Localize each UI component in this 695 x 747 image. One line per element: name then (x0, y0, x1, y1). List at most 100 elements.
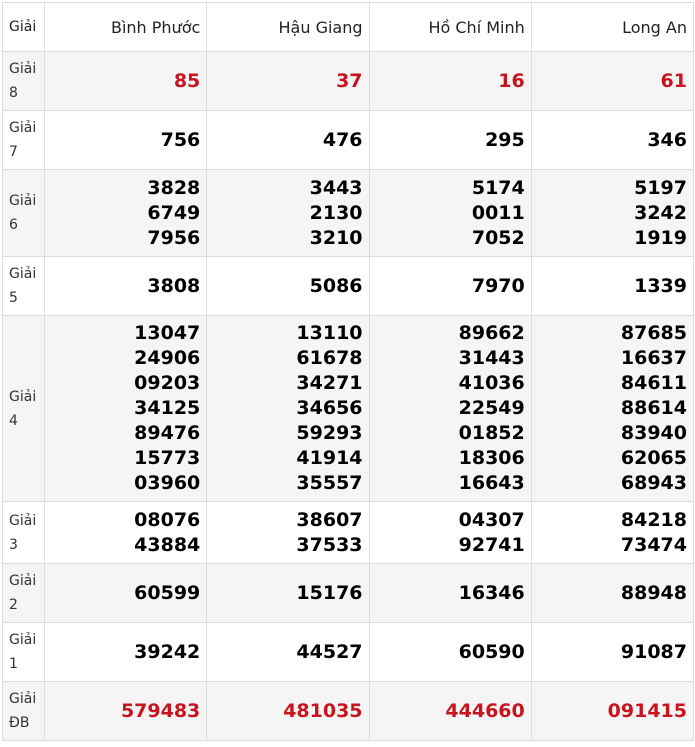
result-cell: 44527 (206, 622, 370, 682)
result-number: 16346 (458, 581, 525, 604)
result-cell: 579483 (44, 681, 208, 741)
result-number: 6749 (147, 201, 201, 224)
result-number: 16637 (620, 347, 687, 369)
result-cell: 5197 3242 1919 (530, 169, 695, 257)
prize-label-word: Giải (9, 193, 37, 209)
result-number: 3210 (309, 226, 363, 249)
result-number: 89476 (134, 422, 201, 444)
prize-label-word: Giải (9, 120, 37, 136)
result-cell: 84218 73474 (530, 501, 695, 564)
result-cell: 295 (368, 110, 532, 170)
prize-label-rank: 4 (9, 412, 18, 429)
result-cell: 08076 43884 (44, 501, 208, 564)
result-number: 5197 (634, 176, 687, 199)
result-number: 09203 (134, 372, 201, 394)
result-cell: 756 (44, 110, 208, 170)
province-header-binh-phuoc: Bình Phước (44, 2, 208, 52)
result-number: 579483 (120, 699, 201, 722)
result-cell: 16346 (368, 563, 532, 623)
province-header-long-an: Long An (530, 2, 695, 52)
result-cell: 87685 16637 84611 88614 83940 62065 6894… (530, 315, 695, 502)
result-number: 31443 (458, 347, 525, 369)
result-number: 61 (660, 69, 687, 92)
result-cell: 60599 (44, 563, 208, 623)
prize-label-word: Giải (9, 691, 37, 707)
prize-row-3: Giải 3 08076 43884 38607 37533 04307 9274… (1, 501, 695, 564)
result-cell: 91087 (530, 622, 695, 682)
prize-label: Giải ĐB (1, 681, 46, 741)
result-number: 41036 (458, 372, 525, 394)
result-number: 34271 (296, 372, 363, 394)
result-cell: 37 (206, 51, 370, 111)
result-number: 04307 (458, 508, 525, 531)
result-number: 13047 (134, 322, 201, 344)
result-cell: 16 (368, 51, 532, 111)
prize-label: Giải 5 (1, 256, 46, 316)
prize-label: Giải 1 (1, 622, 46, 682)
prize-label-word: Giải (9, 632, 37, 648)
result-cell: 61 (530, 51, 695, 111)
result-number: 5086 (309, 274, 363, 297)
prize-row-2: Giải 2 60599 15176 16346 88948 (1, 563, 695, 623)
result-number: 3242 (634, 201, 687, 224)
result-cell: 7970 (368, 256, 532, 316)
result-cell: 3828 6749 7956 (44, 169, 208, 257)
prize-row-8: Giải 8 85 37 16 61 (1, 51, 695, 111)
result-number: 43884 (134, 533, 201, 556)
result-number: 346 (647, 128, 687, 151)
result-number: 444660 (445, 699, 525, 722)
result-number: 3828 (147, 176, 201, 199)
result-number: 34656 (296, 397, 363, 419)
province-header-hau-giang: Hậu Giang (206, 2, 370, 52)
result-number: 91087 (620, 640, 687, 663)
result-cell: 476 (206, 110, 370, 170)
result-number: 22549 (458, 397, 525, 419)
result-number: 18306 (458, 447, 525, 469)
result-number: 03960 (134, 472, 201, 494)
province-header-ho-chi-minh: Hồ Chí Minh (368, 2, 532, 52)
result-number: 88614 (620, 397, 687, 419)
result-number: 39242 (134, 640, 201, 663)
result-cell: 5086 (206, 256, 370, 316)
result-cell: 15176 (206, 563, 370, 623)
result-cell: 89662 31443 41036 22549 01852 18306 1664… (368, 315, 532, 502)
result-number: 38607 (296, 508, 363, 531)
result-cell: 60590 (368, 622, 532, 682)
result-cell: 85 (44, 51, 208, 111)
header-row: Giải Bình Phước Hậu Giang Hồ Chí Minh Lo… (1, 2, 695, 52)
prize-label-word: Giải (9, 388, 37, 405)
result-number: 88948 (620, 581, 687, 604)
result-number: 60599 (134, 581, 201, 604)
result-number: 091415 (607, 699, 687, 722)
result-number: 62065 (620, 447, 687, 469)
prize-row-7: Giải 7 756 476 295 346 (1, 110, 695, 170)
result-cell: 3443 2130 3210 (206, 169, 370, 257)
prize-label-rank: 1 (9, 656, 18, 672)
lottery-results-table: Giải Bình Phước Hậu Giang Hồ Chí Minh Lo… (1, 2, 695, 741)
result-number: 85 (173, 69, 201, 92)
result-cell: 444660 (368, 681, 532, 741)
result-number: 5174 (471, 176, 525, 199)
result-cell: 13047 24906 09203 34125 89476 15773 0396… (44, 315, 208, 502)
prize-row-special: Giải ĐB 579483 481035 444660 091415 (1, 681, 695, 741)
result-number: 7052 (471, 226, 525, 249)
result-cell: 346 (530, 110, 695, 170)
result-number: 1339 (634, 274, 687, 297)
result-number: 476 (322, 128, 363, 151)
result-number: 13110 (296, 322, 363, 344)
prize-label-rank: ĐB (9, 715, 30, 731)
prize-label-word: Giải (9, 573, 37, 589)
result-number: 1919 (634, 226, 687, 249)
result-cell: 39242 (44, 622, 208, 682)
result-number: 92741 (458, 533, 525, 556)
result-cell: 3808 (44, 256, 208, 316)
prize-label-word: Giải (9, 61, 37, 77)
prize-label-rank: 3 (9, 536, 18, 553)
result-number: 83940 (620, 422, 687, 444)
result-number: 3808 (147, 274, 201, 297)
prize-label-rank: 5 (9, 290, 18, 306)
result-number: 68943 (620, 472, 687, 494)
result-number: 41914 (296, 447, 363, 469)
result-number: 0011 (471, 201, 525, 224)
result-number: 37533 (296, 533, 363, 556)
